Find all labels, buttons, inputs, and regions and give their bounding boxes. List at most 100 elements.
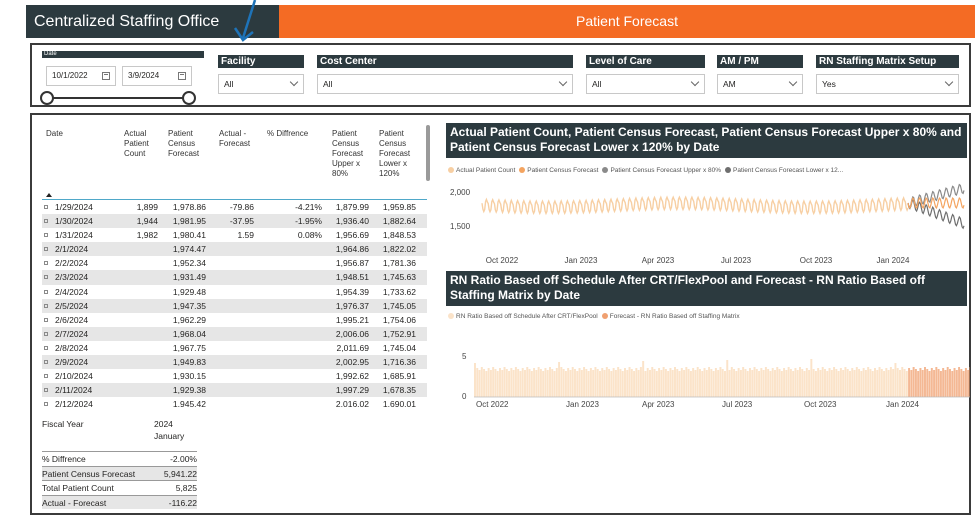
column-header-forecast-lower[interactable]: Patient Census Forecast Lower x 120% — [379, 129, 410, 179]
cost-center-dropdown[interactable]: All — [317, 74, 573, 94]
chart2-bar[interactable] — [562, 369, 565, 397]
chart2-bar[interactable] — [755, 369, 758, 397]
chart2-bar[interactable] — [805, 368, 808, 397]
chart2-bar[interactable] — [783, 368, 786, 397]
chart2-bar[interactable] — [646, 368, 649, 397]
legend-item[interactable]: Patient Census Forecast Lower x 12... — [725, 167, 843, 174]
chart2-bar[interactable] — [537, 367, 540, 397]
chart2-bar[interactable] — [592, 370, 595, 397]
chart2-bar[interactable] — [667, 371, 670, 397]
chart2-bar[interactable] — [912, 367, 915, 397]
chart2-bar[interactable] — [892, 369, 895, 397]
chart2-bar[interactable] — [533, 368, 536, 397]
chart2-bar[interactable] — [967, 370, 970, 397]
series-actual-patient-count[interactable] — [481, 195, 909, 216]
chart2-bar[interactable] — [939, 371, 942, 397]
chart2-bar[interactable] — [960, 369, 963, 397]
chart2-bar[interactable] — [930, 368, 933, 397]
expand-row-icon[interactable] — [44, 317, 48, 322]
chart2-bar[interactable] — [664, 369, 667, 397]
chart2-bar[interactable] — [696, 367, 699, 397]
chart2-bar[interactable] — [855, 367, 858, 397]
chart2-bar[interactable] — [614, 370, 617, 397]
chart2-bar[interactable] — [835, 369, 838, 397]
chart2-bar[interactable] — [546, 370, 549, 397]
chart2-bar[interactable] — [883, 371, 886, 397]
chart2-bar[interactable] — [528, 369, 531, 397]
chart2-bar[interactable] — [619, 369, 622, 397]
chart2-bar[interactable] — [846, 369, 849, 397]
chart2-bar[interactable] — [549, 367, 551, 397]
chart2-bar[interactable] — [574, 369, 576, 397]
expand-row-icon[interactable] — [44, 374, 48, 379]
chart2-bar[interactable] — [749, 368, 751, 397]
chart2-bar[interactable] — [649, 370, 651, 397]
chart2-plot[interactable]: 5 0 Oct 2022 Jan 2023 Apr 2023 Jul 2023 Oct 20… — [446, 325, 970, 410]
column-header-forecast-upper[interactable]: Patient Census Forecast Upper x 80% — [332, 129, 363, 179]
chart2-bar[interactable] — [864, 370, 867, 397]
table-row[interactable]: 2/12/2024 1,945.42 2,016.02 1,690.01 — [42, 397, 427, 407]
chart2-bar[interactable] — [910, 370, 913, 397]
chart2-bar[interactable] — [610, 371, 613, 397]
table-row[interactable]: 2/1/2024 1,974.47 1,964.86 1,822.02 — [42, 242, 427, 257]
chart2-bar[interactable] — [567, 368, 570, 397]
expand-row-icon[interactable] — [44, 388, 48, 393]
chart2-bar[interactable] — [594, 367, 597, 397]
chart2-bar[interactable] — [942, 368, 945, 397]
chart2-bar[interactable] — [764, 367, 767, 397]
chart2-bar[interactable] — [944, 370, 947, 397]
chart2-bar[interactable] — [560, 367, 563, 397]
chart2-bar[interactable] — [955, 370, 958, 397]
chart2-bar[interactable] — [903, 369, 906, 397]
chart2-bar[interactable] — [826, 371, 829, 397]
legend-item[interactable]: Patient Census Forecast Upper x 80% — [602, 167, 721, 174]
chart2-bar[interactable] — [651, 367, 654, 397]
chart2-bar[interactable] — [817, 368, 820, 397]
date-range-slider[interactable] — [40, 91, 196, 105]
end-date-input[interactable]: 3/9/2024 — [122, 66, 192, 86]
chart2-bar[interactable] — [483, 369, 486, 397]
table-row[interactable]: 2/7/2024 1,968.04 2,006.06 1,752.91 — [42, 326, 427, 341]
chart2-bar[interactable] — [526, 367, 529, 397]
rn-staffing-matrix-dropdown[interactable]: Yes — [816, 74, 959, 94]
table-row[interactable]: 2/6/2024 1,962.29 1,995.21 1,754.06 — [42, 313, 427, 327]
chart2-bar[interactable] — [924, 367, 926, 397]
chart2-bar[interactable] — [626, 370, 629, 397]
chart2-bar[interactable] — [812, 369, 815, 397]
chart2-bar[interactable] — [571, 367, 574, 397]
chart2-bar[interactable] — [833, 367, 836, 397]
chart2-bar[interactable] — [949, 369, 951, 397]
chart2-bar[interactable] — [789, 369, 792, 397]
table-row[interactable]: 2/9/2024 1,949.83 2,002.95 1,716.36 — [42, 355, 427, 370]
chart2-bar[interactable] — [726, 360, 729, 397]
chart2-bar[interactable] — [860, 371, 863, 397]
column-header-date[interactable]: Date — [46, 129, 63, 139]
chart2-bar[interactable] — [899, 370, 901, 397]
chart2-bar[interactable] — [503, 367, 506, 397]
chart2-bar[interactable] — [917, 371, 920, 397]
chart2-bar[interactable] — [794, 368, 797, 397]
chart2-bar[interactable] — [505, 369, 508, 397]
chart2-bar[interactable] — [819, 370, 822, 397]
chart2-bar[interactable] — [596, 369, 599, 397]
chart2-bar[interactable] — [678, 371, 681, 397]
chart2-bar[interactable] — [587, 371, 590, 397]
chart2-bar[interactable] — [601, 368, 604, 397]
chart2-bar[interactable] — [746, 371, 749, 397]
chart2-bar[interactable] — [874, 368, 876, 397]
chart2-bar[interactable] — [842, 370, 845, 397]
expand-row-icon[interactable] — [44, 331, 48, 336]
am-pm-dropdown[interactable]: AM — [717, 74, 803, 94]
chart2-bar[interactable] — [928, 371, 931, 397]
chart2-bar[interactable] — [814, 371, 817, 397]
chart2-bar[interactable] — [919, 368, 922, 397]
chart2-bar[interactable] — [662, 367, 665, 397]
chart2-bar[interactable] — [778, 369, 781, 397]
chart2-bar[interactable] — [685, 367, 688, 397]
expand-row-icon[interactable] — [44, 247, 48, 252]
chart2-bar[interactable] — [699, 369, 701, 397]
expand-row-icon[interactable] — [44, 345, 48, 350]
chart2-bar[interactable] — [880, 369, 883, 397]
chart2-bar[interactable] — [946, 367, 949, 397]
column-header-actual-patient-count[interactable]: Actual Patient Count — [124, 129, 149, 159]
